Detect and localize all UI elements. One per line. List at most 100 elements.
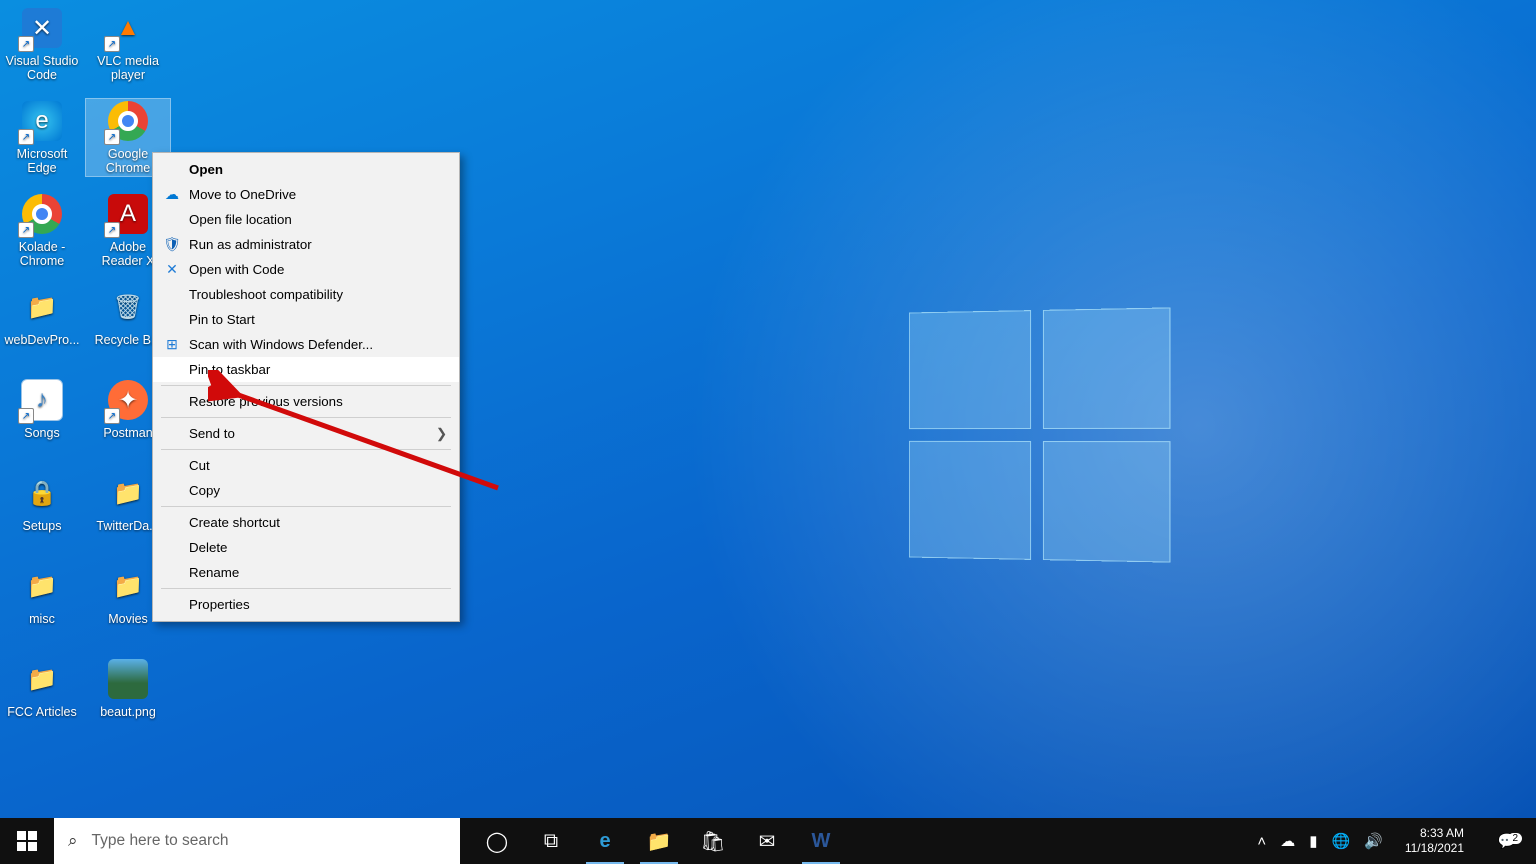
context-menu-label: Create shortcut [189, 515, 280, 530]
context-menu-label: Open [189, 162, 223, 177]
desktop-icon-misc[interactable]: 📁misc [0, 564, 84, 626]
desktop-icon-label: Songs [0, 426, 84, 440]
context-menu-label: Rename [189, 565, 239, 580]
context-menu-item[interactable]: Pin to taskbar [153, 357, 459, 382]
desktop-icon-fcc[interactable]: 📁FCC Articles [0, 657, 84, 719]
tray-battery-icon[interactable]: ▮ [1309, 832, 1317, 850]
notification-count: 2 [1508, 833, 1522, 844]
taskbar-button-store[interactable]: 🛍 [686, 818, 740, 864]
desktop-icon-label: webDevPro... [0, 333, 84, 347]
context-menu-item[interactable]: Troubleshoot compatibility [153, 282, 459, 307]
start-button[interactable] [0, 818, 54, 864]
taskbar-button-taskview[interactable]: ⧉ [524, 818, 578, 864]
desktop-icon-edge[interactable]: e↗Microsoft Edge [0, 99, 84, 176]
desktop-icon-label: Setups [0, 519, 84, 533]
desktop-icon-label: VLC media player [86, 54, 170, 83]
context-menu-item[interactable]: Send to ❯ [153, 421, 459, 446]
taskbar-button-explorer[interactable]: 📁 [632, 818, 686, 864]
context-menu-item[interactable]: ⊞Scan with Windows Defender... [153, 332, 459, 357]
context-menu-item[interactable]: Create shortcut [153, 510, 459, 535]
code-icon: ✕ [163, 261, 181, 279]
taskview-icon: ⧉ [544, 830, 558, 853]
context-menu-item[interactable]: Open file location [153, 207, 459, 232]
windows-logo-wallpaper [909, 307, 1171, 562]
context-menu-item[interactable]: Copy [153, 478, 459, 503]
desktop-icon-label: Microsoft Edge [0, 147, 84, 176]
taskbar: ⌕ Type here to search ◯ ⧉ e 📁 🛍 ✉ W ˄ ☁ ▮ 🌐 🔊 8:33… [0, 818, 1536, 864]
taskbar-button-word[interactable]: W [794, 818, 848, 864]
search-icon: ⌕ [68, 831, 78, 851]
context-menu-label: Restore previous versions [189, 394, 343, 409]
context-menu-item[interactable]: ✕ Open with Code [153, 257, 459, 282]
context-menu-label: Properties [189, 597, 250, 612]
context-menu-label: Move to OneDrive [189, 187, 296, 202]
desktop-icon-label: Visual Studio Code [0, 54, 84, 83]
desktop-icon-label: misc [0, 612, 84, 626]
tray-network-icon[interactable]: 🌐 [1331, 832, 1350, 850]
cortana-icon: ◯ [486, 829, 508, 854]
context-menu-item[interactable]: Rename [153, 560, 459, 585]
context-menu-item[interactable]: Delete [153, 535, 459, 560]
desktop-icon-beaut[interactable]: beaut.png [86, 657, 170, 719]
taskbar-button-edge[interactable]: e [578, 818, 632, 864]
desktop-icon-label: beaut.png [86, 705, 170, 719]
taskbar-button-cortana[interactable]: ◯ [470, 818, 524, 864]
desktop-icon-label: Kolade - Chrome [0, 240, 84, 269]
context-menu-separator [161, 588, 451, 589]
shortcut-arrow-icon: ↗ [18, 129, 34, 145]
desktop-icon-webdev[interactable]: 📁webDevPro... [0, 285, 84, 347]
desktop-icon-setups[interactable]: 🔒Setups [0, 471, 84, 533]
clock-date: 11/18/2021 [1405, 841, 1464, 856]
context-menu-separator [161, 385, 451, 386]
system-tray: ˄ ☁ ▮ 🌐 🔊 8:33 AM 11/18/2021 💬 2 [1249, 818, 1536, 864]
context-menu-item[interactable]: Pin to Start [153, 307, 459, 332]
taskbar-clock[interactable]: 8:33 AM 11/18/2021 [1397, 826, 1472, 856]
taskbar-button-mail[interactable]: ✉ [740, 818, 794, 864]
context-menu-label: Copy [189, 483, 220, 498]
context-menu-label: Open with Code [189, 262, 284, 277]
onedrive-icon: ☁ [163, 186, 181, 204]
shortcut-arrow-icon: ↗ [104, 129, 120, 145]
context-menu: Open ☁ Move to OneDrive Open file location 🛡… [152, 152, 460, 622]
desktop-icon-vlc[interactable]: ▲↗VLC media player [86, 6, 170, 83]
context-menu-label: Send to [189, 426, 235, 441]
context-menu-label: Pin to Start [189, 312, 255, 327]
shortcut-arrow-icon: ↗ [104, 408, 120, 424]
desktop-icon-kolade[interactable]: ↗ Kolade - Chrome [0, 192, 84, 269]
word-icon: W [812, 830, 831, 853]
desktop[interactable]: ✕↗Visual Studio Code▲↗VLC media playere↗… [0, 0, 1536, 818]
context-menu-label: Run as administrator [189, 237, 312, 252]
submenu-arrow-icon: ❯ [436, 426, 447, 442]
taskbar-search[interactable]: ⌕ Type here to search [54, 818, 460, 864]
tray-chevron-icon[interactable]: ˄ [1257, 833, 1266, 850]
context-menu-item[interactable]: Restore previous versions [153, 389, 459, 414]
context-menu-separator [161, 417, 451, 418]
shortcut-arrow-icon: ↗ [18, 222, 34, 238]
context-menu-label: Delete [189, 540, 227, 555]
tray-volume-icon[interactable]: 🔊 [1364, 832, 1383, 850]
clock-time: 8:33 AM [1405, 826, 1464, 841]
context-menu-separator [161, 449, 451, 450]
context-menu-label: Pin to taskbar [189, 362, 270, 377]
tray-onedrive-icon[interactable]: ☁ [1280, 832, 1295, 850]
context-menu-item[interactable]: Properties [153, 592, 459, 617]
context-menu-label: Scan with Windows Defender... [189, 337, 373, 352]
context-menu-item[interactable]: ☁ Move to OneDrive [153, 182, 459, 207]
search-placeholder: Type here to search [92, 832, 229, 850]
context-menu-item[interactable]: Open [153, 157, 459, 182]
explorer-icon: 📁 [647, 829, 672, 854]
taskbar-pinned-apps: ◯ ⧉ e 📁 🛍 ✉ W [470, 818, 848, 864]
context-menu-item[interactable]: Cut [153, 453, 459, 478]
shortcut-arrow-icon: ↗ [104, 222, 120, 238]
desktop-icon-songs[interactable]: ♪↗Songs [0, 378, 84, 440]
context-menu-separator [161, 506, 451, 507]
action-center-button[interactable]: 💬 2 [1486, 832, 1528, 850]
store-icon: 🛍 [700, 829, 725, 854]
desktop-icon-vscode[interactable]: ✕↗Visual Studio Code [0, 6, 84, 83]
shortcut-arrow-icon: ↗ [18, 408, 34, 424]
context-menu-item[interactable]: 🛡Run as administrator [153, 232, 459, 257]
context-menu-label: Open file location [189, 212, 292, 227]
shortcut-arrow-icon: ↗ [104, 36, 120, 52]
mail-icon: ✉ [759, 829, 776, 854]
edge-icon: e [599, 830, 610, 853]
